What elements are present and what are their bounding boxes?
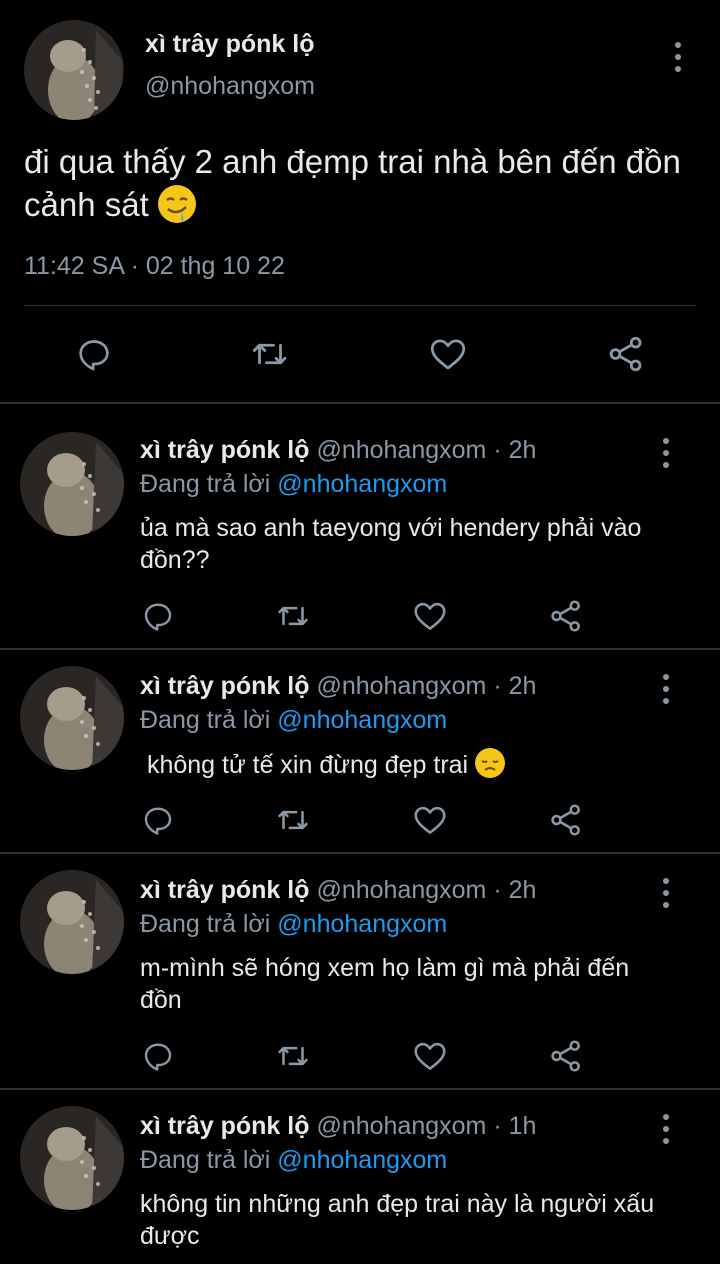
tweet-text-content: đi qua thấy 2 anh đẹmp trai nhà bên đến … [24,143,681,223]
more-options-icon[interactable] [654,672,678,706]
tweet-text: không tử tế xin đừng đẹp trai [140,748,685,781]
tweet-text: ủa mà sao anh taeyong với hendery phải v… [140,514,642,574]
reply-header: xì trây pónk lộ @nhohangxom · 2h [140,874,640,906]
disappointed-face-emoji [475,748,506,778]
retweet-icon[interactable] [248,332,292,376]
tweet-text: không tin những anh đẹp trai này là ngườ… [140,1190,655,1250]
more-options-icon[interactable] [654,876,678,910]
reply-tweet[interactable]: xì trây pónk lộ @nhohangxom · 1h Đang tr… [0,1090,720,1264]
replying-to: Đang trả lời @nhohangxom [140,908,447,940]
avatar[interactable] [20,870,124,974]
reply-header: xì trây pónk lộ @nhohangxom · 1h [140,1110,640,1142]
tweet-text: m-mình sẽ hóng xem họ làm gì mà phải đến… [140,954,630,1014]
replying-to: Đang trả lời @nhohangxom [140,1144,447,1176]
share-icon[interactable] [544,594,588,638]
author-handle[interactable]: @nhohangxom [145,72,315,101]
replying-prefix: Đang trả lời [140,910,271,938]
like-icon[interactable] [408,1034,452,1078]
reply-icon[interactable] [136,798,180,842]
replying-prefix: Đang trả lời [140,706,271,734]
avatar[interactable] [24,20,124,120]
replying-to: Đang trả lời @nhohangxom [140,704,447,736]
author-name[interactable]: xì trây pónk lộ [145,30,314,59]
reply-tweet[interactable]: xì trây pónk lộ @nhohangxom · 2h Đang tr… [0,404,720,648]
tweet-timestamp: 11:42 SA · 02 thg 10 22 [24,252,285,280]
avatar[interactable] [20,666,124,770]
author-name[interactable]: xì trây pónk lộ [140,1112,309,1140]
retweet-icon[interactable] [271,1034,315,1078]
retweet-icon[interactable] [271,594,315,638]
reply-tweet[interactable]: xì trây pónk lộ @nhohangxom · 2h Đang tr… [0,650,720,852]
author-name[interactable]: xì trây pónk lộ [140,436,309,464]
replying-prefix: Đang trả lời [140,470,271,498]
tweet-actions [0,328,720,382]
more-options-icon[interactable] [666,40,690,74]
reply-icon[interactable] [136,1034,180,1078]
replying-prefix: Đang trả lời [140,1146,271,1174]
share-icon[interactable] [544,1034,588,1078]
divider [24,305,696,306]
like-icon[interactable] [408,594,452,638]
reply-tweet[interactable]: xì trây pónk lộ @nhohangxom · 2h Đang tr… [0,854,720,1088]
more-options-icon[interactable] [654,436,678,470]
mention-link[interactable]: @nhohangxom [277,1146,447,1174]
reply-header: xì trây pónk lộ @nhohangxom · 2h [140,670,640,702]
avatar[interactable] [20,432,124,536]
like-icon[interactable] [426,332,470,376]
retweet-icon[interactable] [271,798,315,842]
reply-icon[interactable] [72,332,116,376]
mention-link[interactable]: @nhohangxom [277,706,447,734]
tweet-text: đi qua thấy 2 anh đẹmp trai nhà bên đến … [24,140,694,226]
author-handle-time[interactable]: @nhohangxom · 2h [316,672,536,700]
share-icon[interactable] [604,332,648,376]
author-name[interactable]: xì trây pónk lộ [140,672,309,700]
avatar[interactable] [20,1106,124,1210]
author-handle-time[interactable]: @nhohangxom · 2h [316,876,536,904]
main-tweet: xì trây pónk lộ @nhohangxom đi qua thấy … [0,0,720,404]
drooling-face-emoji [157,185,196,223]
author-handle-time[interactable]: @nhohangxom · 1h [316,1112,536,1140]
author-handle-time[interactable]: @nhohangxom · 2h [316,436,536,464]
reply-icon[interactable] [136,594,180,638]
mention-link[interactable]: @nhohangxom [277,470,447,498]
author-name[interactable]: xì trây pónk lộ [140,876,309,904]
like-icon[interactable] [408,798,452,842]
replying-to: Đang trả lời @nhohangxom [140,468,447,500]
share-icon[interactable] [544,798,588,842]
more-options-icon[interactable] [654,1112,678,1146]
tweet-text-content: không tử tế xin đừng đẹp trai [140,751,469,779]
mention-link[interactable]: @nhohangxom [277,910,447,938]
reply-header: xì trây pónk lộ @nhohangxom · 2h [140,434,640,466]
